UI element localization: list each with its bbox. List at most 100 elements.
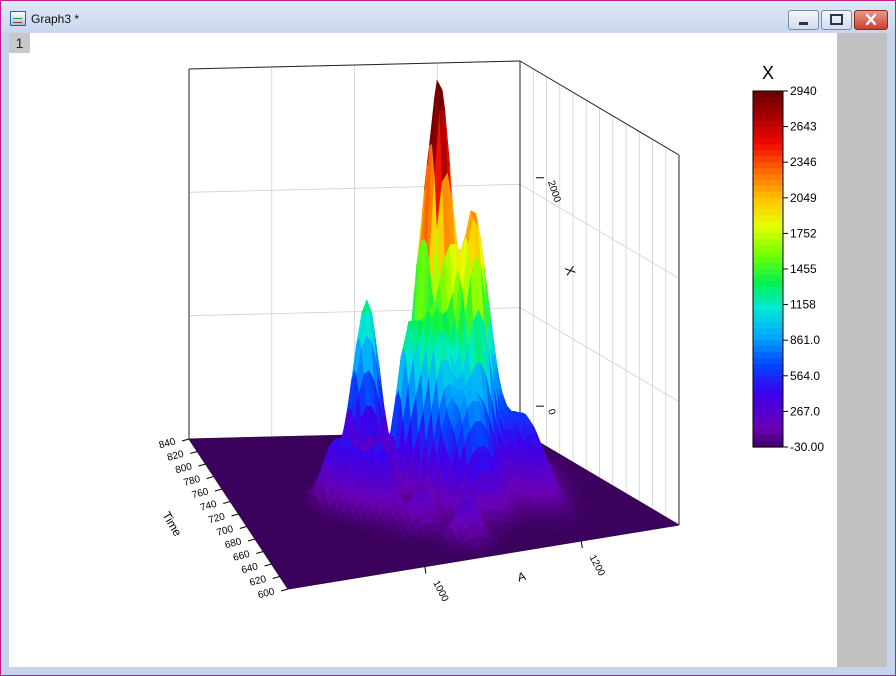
colorbar-label: 1158 (790, 298, 816, 312)
colorbar-band (753, 393, 783, 401)
colorbar-band (753, 221, 783, 229)
colorbar-band (753, 251, 783, 258)
close-icon (865, 13, 877, 26)
y-tick (181, 438, 190, 442)
colorbar-band (753, 292, 783, 300)
colorbar-band (753, 387, 783, 395)
colorbar-label: -30.00 (790, 440, 824, 454)
y-tick (190, 451, 198, 454)
colorbar-band (753, 340, 783, 347)
y-tick-label: 680 (224, 536, 243, 551)
colorbar-band (753, 156, 783, 163)
colorbar-label: 2346 (790, 155, 817, 169)
colorbar-band (753, 280, 783, 288)
colorbar-band (753, 197, 783, 205)
y-tick (223, 501, 231, 504)
colorbar-label: 861.0 (790, 333, 820, 347)
y-tick-label: 740 (199, 499, 218, 514)
colorbar-band (753, 102, 783, 110)
y-tick (272, 576, 280, 579)
y-tick (239, 526, 247, 529)
graph-page[interactable]: 1 600 620 640 660 680 700 720 740 760 780 800 820 84… (9, 33, 837, 667)
colorbar-band (753, 316, 783, 323)
colorbar-band (753, 363, 783, 371)
colorbar-band (753, 369, 783, 377)
colorbar-band (753, 429, 783, 436)
colorbar-band (753, 435, 783, 442)
close-button[interactable] (854, 10, 888, 30)
colorbar-band (753, 304, 783, 312)
y-tick-label: 600 (257, 586, 276, 601)
vertical-scrollbar-track[interactable] (837, 33, 887, 667)
colorbar-band (753, 174, 783, 181)
colorbar-band (753, 239, 783, 246)
y-tick (198, 463, 206, 467)
colorbar-band (753, 180, 783, 187)
colorbar-band (753, 91, 783, 98)
x-tick (580, 540, 583, 549)
surface-plot: 600620640660680700720740760780800820840 T… (158, 60, 824, 604)
colorbar-band (753, 233, 783, 240)
maximize-button[interactable] (821, 10, 852, 30)
colorbar-band (753, 144, 783, 151)
colorbar-band (753, 375, 783, 383)
colorbar-band (753, 310, 783, 318)
colorbar-band (753, 381, 783, 389)
colorbar-band (753, 209, 783, 217)
colorbar-label: 1455 (790, 262, 817, 276)
graph-app-icon (10, 11, 26, 26)
colorbar-label: 2940 (790, 84, 817, 98)
minimize-button[interactable] (788, 10, 819, 30)
colorbar-band (753, 215, 783, 223)
colorbar-band (753, 352, 783, 359)
surface-mesh (188, 79, 680, 590)
y-tick (247, 538, 256, 542)
colorbar-band (753, 346, 783, 353)
colorbar-band (753, 269, 783, 276)
y-tick-label: 800 (174, 461, 193, 476)
colorbar-band (753, 298, 783, 306)
x-tick-label: 1000 (430, 579, 450, 604)
x-tick (424, 566, 427, 574)
y-tick (280, 588, 289, 592)
y-tick-label: 760 (191, 486, 210, 501)
colorbar-band (753, 263, 783, 270)
colorbar-band (753, 334, 783, 341)
y-tick (214, 488, 223, 492)
colorbar-band (753, 286, 783, 294)
y-tick-label: 780 (183, 474, 202, 489)
colorbar-band (753, 328, 783, 335)
y-tick (264, 563, 272, 567)
colorbar-label: 2643 (790, 120, 817, 134)
colorbar-band (753, 191, 783, 199)
x-axis-label: A (516, 569, 527, 585)
colorbar-band (753, 126, 783, 134)
colorbar-band (753, 132, 783, 140)
y-tick-label: 640 (240, 561, 259, 576)
title-bar[interactable]: Graph3 * (1, 1, 895, 33)
colorbar-band (753, 257, 783, 264)
colorbar-band (753, 245, 783, 252)
colorbar-band (753, 108, 783, 116)
colorbar-label: 564.0 (790, 369, 820, 383)
y-tick (231, 513, 239, 517)
colorbar-band (753, 185, 783, 193)
colorbar-band (753, 227, 783, 234)
y-tick-label: 660 (232, 549, 251, 564)
colorbar-label: 267.0 (790, 404, 820, 418)
colorbar-band (753, 423, 783, 430)
colorbar-band (753, 358, 783, 365)
colorbar-band (753, 405, 783, 412)
colorbar-band (753, 120, 783, 128)
colorbar-title: X (762, 63, 774, 83)
y-tick-label: 700 (216, 524, 235, 539)
colorbar-band (753, 411, 783, 418)
y-tick (206, 476, 214, 479)
colorbar-band (753, 162, 783, 169)
y-tick-label: 720 (207, 511, 226, 526)
y-tick-label: 840 (158, 436, 177, 451)
z-axis-label: X (562, 264, 579, 277)
colorbar-band (753, 274, 783, 282)
window-title: Graph3 * (31, 12, 80, 26)
colorbar-band (753, 150, 783, 157)
